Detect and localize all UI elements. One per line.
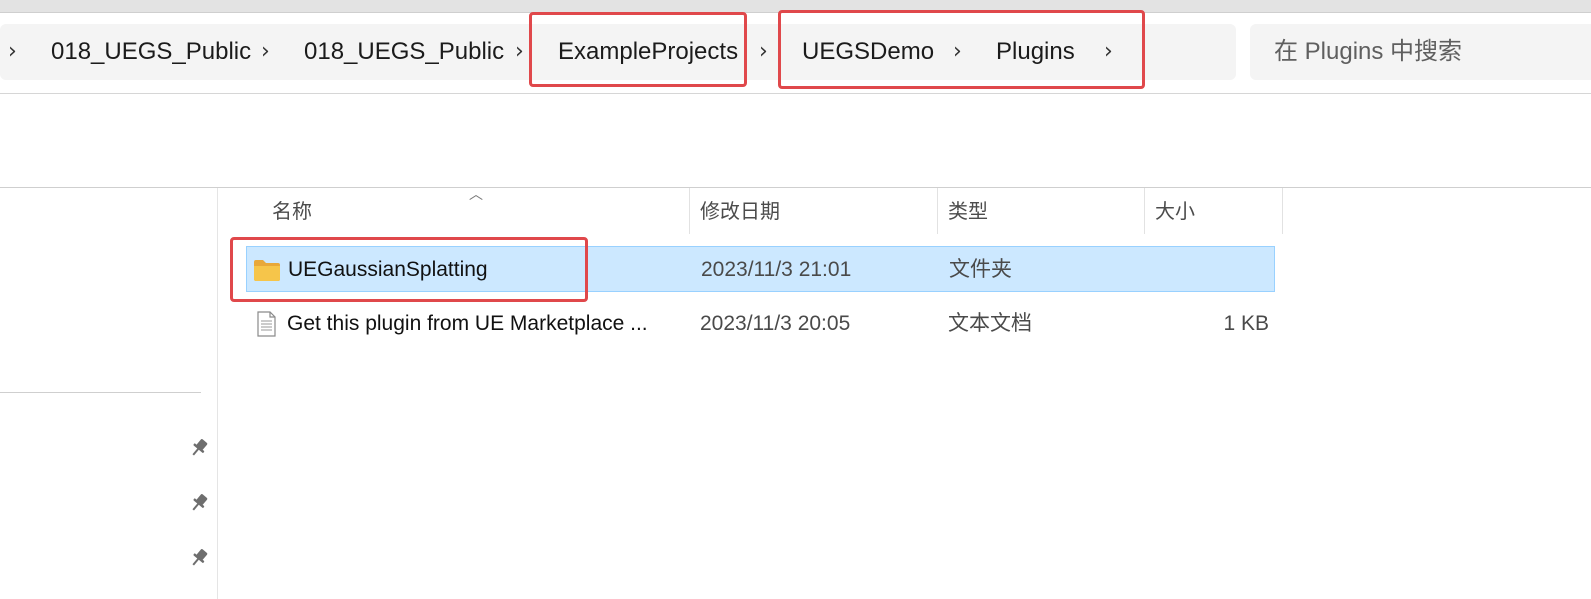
- pin-icon[interactable]: [188, 547, 210, 569]
- file-modified-date: 2023/11/3 21:01: [701, 258, 852, 281]
- text-document-icon: [257, 311, 276, 337]
- toolbar-divider: [0, 187, 1591, 188]
- file-name[interactable]: Get this plugin from UE Marketplace ...: [287, 301, 648, 347]
- column-header-modified[interactable]: 修改日期: [700, 190, 780, 234]
- column-divider[interactable]: [937, 188, 938, 234]
- toolbar-divider: [0, 93, 1591, 94]
- breadcrumb-chevron-icon[interactable]: ›: [759, 24, 768, 80]
- highlight-box-exampleprojects: [529, 12, 747, 87]
- file-type: 文本文档: [948, 312, 1032, 335]
- breadcrumb-chevron-icon[interactable]: ›: [261, 24, 270, 80]
- breadcrumb-item-018-uegs-public-1[interactable]: 018_UEGS_Public: [51, 24, 251, 80]
- file-size: 1 KB: [1223, 312, 1269, 335]
- column-header-size[interactable]: 大小: [1155, 190, 1195, 234]
- navigation-pane-border: [217, 188, 218, 599]
- sort-ascending-icon: ︿: [469, 186, 483, 202]
- pin-icon[interactable]: [188, 437, 210, 459]
- column-divider[interactable]: [1144, 188, 1145, 234]
- highlight-box-uegsdemo-plugins: [778, 10, 1145, 89]
- search-placeholder[interactable]: 在 Plugins 中搜索: [1274, 24, 1462, 80]
- breadcrumb-chevron-icon[interactable]: ›: [8, 24, 17, 80]
- file-type: 文件夹: [949, 258, 1012, 281]
- breadcrumb-item-018-uegs-public-2[interactable]: 018_UEGS_Public: [304, 24, 504, 80]
- breadcrumb-chevron-icon[interactable]: ›: [515, 24, 524, 80]
- file-row-text-document[interactable]: Get this plugin from UE Marketplace ... …: [246, 301, 1275, 347]
- column-header-name[interactable]: 名称: [272, 190, 312, 234]
- column-divider[interactable]: [689, 188, 690, 234]
- pin-icon[interactable]: [188, 492, 210, 514]
- column-divider[interactable]: [1282, 188, 1283, 234]
- search-box[interactable]: 在 Plugins 中搜索: [1250, 24, 1591, 80]
- highlight-box-uegaussiansplatting: [230, 237, 588, 302]
- file-modified-date: 2023/11/3 20:05: [700, 312, 851, 335]
- column-header-type[interactable]: 类型: [948, 190, 988, 234]
- navigation-pane-divider: [0, 392, 201, 393]
